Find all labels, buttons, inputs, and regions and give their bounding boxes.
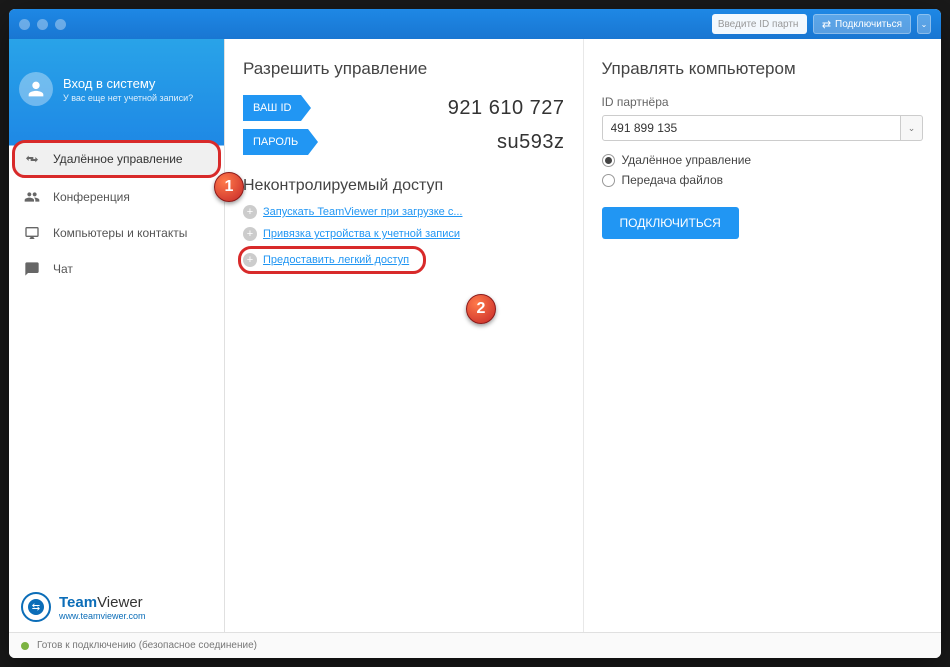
- close-dot[interactable]: [19, 19, 30, 30]
- partner-id-input[interactable]: [602, 115, 902, 141]
- zoom-dot[interactable]: [55, 19, 66, 30]
- titlebar-partner-input[interactable]: Введите ID партн: [712, 14, 807, 34]
- chat-icon: [23, 260, 41, 278]
- radio-label: Передача файлов: [622, 173, 724, 187]
- main: Разрешить управление ВАШ ID 921 610 727 …: [224, 39, 941, 632]
- minimize-dot[interactable]: [37, 19, 48, 30]
- plus-icon: +: [243, 253, 257, 267]
- swap-arrows-icon: [23, 150, 41, 168]
- radio-file-transfer[interactable]: Передача файлов: [602, 173, 924, 187]
- nav-label: Конференция: [53, 190, 130, 204]
- radio-label: Удалённое управление: [622, 153, 752, 167]
- unattended-link[interactable]: + Привязка устройства к учетной записи: [243, 227, 565, 241]
- profile-block[interactable]: Вход в систему У вас еще нет учетной зап…: [9, 39, 224, 139]
- radio-icon: [602, 174, 615, 187]
- radio-icon: [602, 154, 615, 167]
- allow-title: Разрешить управление: [243, 59, 565, 79]
- titlebar-connect-label: Подключиться: [835, 19, 902, 30]
- logo-url: www.teamviewer.com: [59, 611, 146, 621]
- titlebar-dropdown[interactable]: ⌄: [917, 14, 931, 34]
- partner-id-label: ID партнёра: [602, 95, 924, 109]
- window-controls[interactable]: [19, 19, 66, 30]
- app-window: Введите ID партн ⇄ Подключиться ⌄ Вход в…: [9, 9, 941, 658]
- titlebar: Введите ID партн ⇄ Подключиться ⌄: [9, 9, 941, 39]
- password-value: su593z: [497, 131, 565, 154]
- nav: Удалённое управление Конференция Компьют…: [9, 139, 224, 582]
- logo-name: TeamViewer: [59, 594, 146, 611]
- control-title: Управлять компьютером: [602, 59, 924, 79]
- password-tag: ПАРОЛЬ: [243, 129, 308, 155]
- link-text[interactable]: Запускать TeamViewer при загрузке с...: [263, 206, 463, 218]
- plus-icon: +: [243, 205, 257, 219]
- avatar-icon: [19, 72, 53, 106]
- nav-meeting[interactable]: Конференция: [9, 179, 224, 215]
- sidebar: Вход в систему У вас еще нет учетной зап…: [9, 39, 224, 632]
- nav-label: Чат: [53, 262, 73, 276]
- profile-title: Вход в систему: [63, 76, 193, 91]
- profile-subtitle: У вас еще нет учетной записи?: [63, 93, 193, 103]
- monitor-icon: [23, 224, 41, 242]
- link-text[interactable]: Предоставить легкий доступ: [263, 254, 409, 266]
- nav-label: Удалённое управление: [53, 152, 183, 166]
- logo-icon: ⇆: [21, 592, 51, 622]
- nav-remote-control[interactable]: Удалённое управление: [13, 141, 220, 177]
- swap-icon: ⇄: [822, 18, 831, 31]
- unattended-link[interactable]: + Запускать TeamViewer при загрузке с...: [243, 205, 565, 219]
- your-id-value: 921 610 727: [448, 97, 565, 120]
- connect-button[interactable]: ПОДКЛЮЧИТЬСЯ: [602, 207, 739, 239]
- unattended-link-easy-access[interactable]: + Предоставить легкий доступ: [241, 249, 423, 271]
- nav-computers[interactable]: Компьютеры и контакты: [9, 215, 224, 251]
- annotation-badge-1: 1: [214, 172, 244, 202]
- status-text: Готов к подключению (безопасное соединен…: [37, 640, 257, 651]
- allow-control-panel: Разрешить управление ВАШ ID 921 610 727 …: [225, 39, 583, 632]
- statusbar: Готов к подключению (безопасное соединен…: [9, 632, 941, 658]
- nav-chat[interactable]: Чат: [9, 251, 224, 287]
- nav-label: Компьютеры и контакты: [53, 226, 187, 240]
- people-icon: [23, 188, 41, 206]
- control-computer-panel: Управлять компьютером ID партнёра ⌄ Удал…: [583, 39, 942, 632]
- annotation-badge-2: 2: [466, 294, 496, 324]
- status-indicator-icon: [21, 642, 29, 650]
- plus-icon: +: [243, 227, 257, 241]
- unattended-title: Неконтролируемый доступ: [243, 177, 565, 195]
- link-text[interactable]: Привязка устройства к учетной записи: [263, 228, 460, 240]
- radio-remote-control[interactable]: Удалённое управление: [602, 153, 924, 167]
- titlebar-connect-button[interactable]: ⇄ Подключиться: [813, 14, 911, 34]
- your-id-tag: ВАШ ID: [243, 95, 301, 121]
- brand-logo[interactable]: ⇆ TeamViewer www.teamviewer.com: [9, 582, 224, 632]
- partner-dropdown[interactable]: ⌄: [901, 115, 923, 141]
